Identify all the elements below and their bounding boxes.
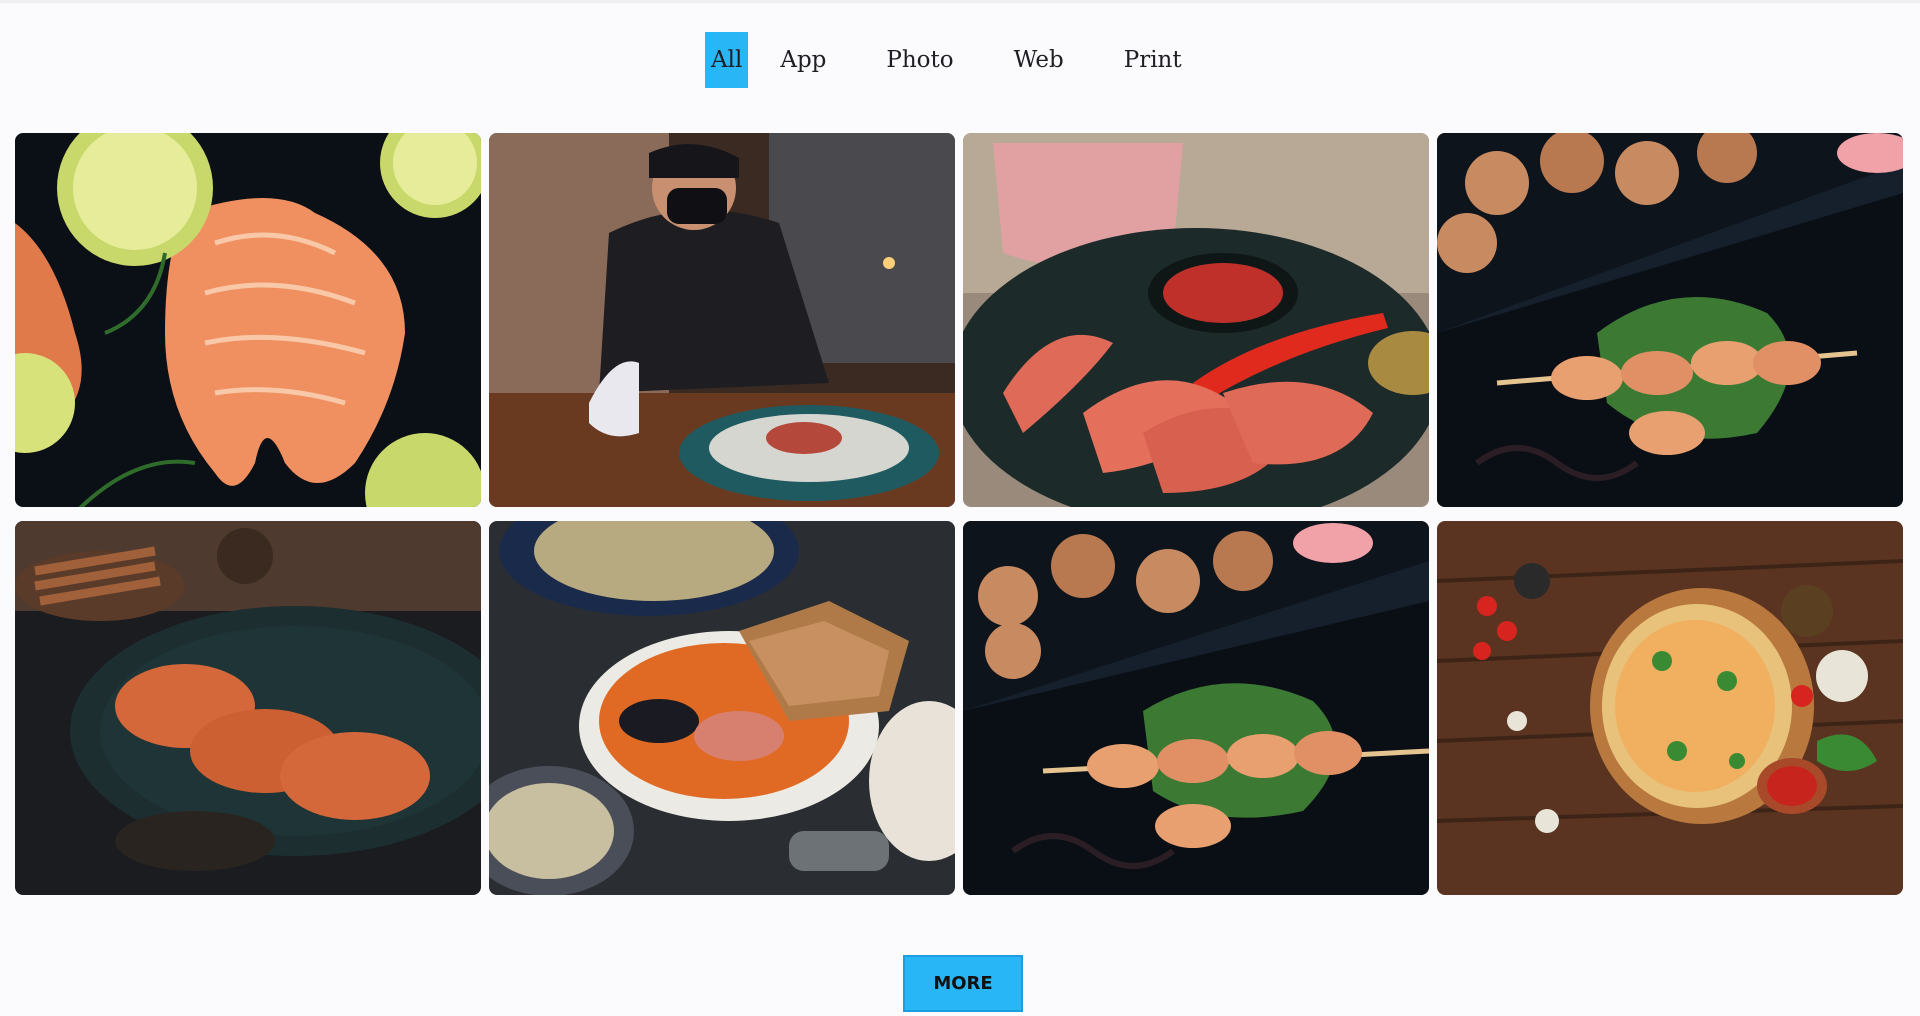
shrimp-skewers-image <box>1437 133 1903 507</box>
filter-all[interactable]: All <box>705 32 749 88</box>
gallery-item-crabs[interactable] <box>15 521 481 895</box>
chef-serving-image <box>489 133 955 507</box>
gallery-item-pizza[interactable] <box>1437 521 1903 895</box>
portfolio-filter-tabs: All App Photo Web Print <box>705 32 1190 88</box>
gallery-item-skewers[interactable] <box>1437 133 1903 507</box>
filter-app[interactable]: App <box>772 32 834 88</box>
gallery-item-salmon[interactable] <box>15 133 481 507</box>
shrimp-skewers-image-2 <box>963 521 1429 895</box>
more-button[interactable]: MORE <box>903 955 1023 1012</box>
pizza-image <box>1437 521 1903 895</box>
filter-web[interactable]: Web <box>1006 32 1072 88</box>
gallery-item-skewers-2[interactable] <box>963 521 1429 895</box>
gallery-item-prawns[interactable] <box>963 133 1429 507</box>
filter-photo[interactable]: Photo <box>878 32 961 88</box>
filter-print[interactable]: Print <box>1116 32 1190 88</box>
gallery-item-chef[interactable] <box>489 133 955 507</box>
prawns-image <box>963 133 1429 507</box>
seafood-soup-image <box>489 521 955 895</box>
gallery-item-seafood-soup[interactable] <box>489 521 955 895</box>
gallery-grid <box>15 133 1905 895</box>
top-divider <box>0 0 1920 3</box>
portfolio-page: All App Photo Web Print MORE <box>0 0 1920 1016</box>
crabs-image <box>15 521 481 895</box>
salmon-image <box>15 133 481 507</box>
